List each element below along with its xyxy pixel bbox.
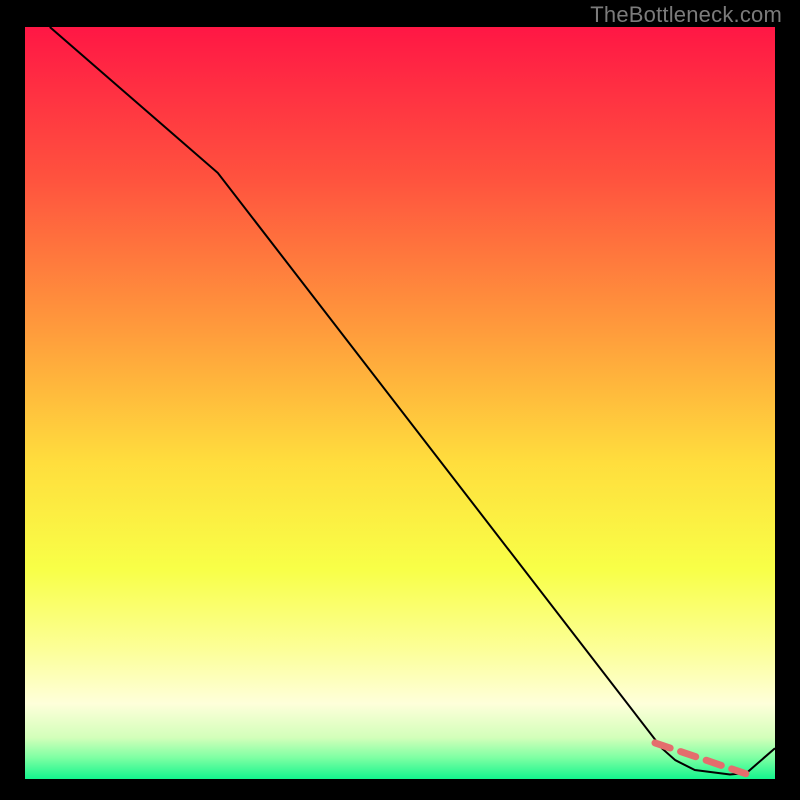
plot-background: [25, 27, 775, 779]
watermark-text: TheBottleneck.com: [590, 2, 782, 28]
chart-frame: { "watermark": "TheBottleneck.com", "cha…: [0, 0, 800, 800]
chart-svg: [0, 0, 800, 800]
